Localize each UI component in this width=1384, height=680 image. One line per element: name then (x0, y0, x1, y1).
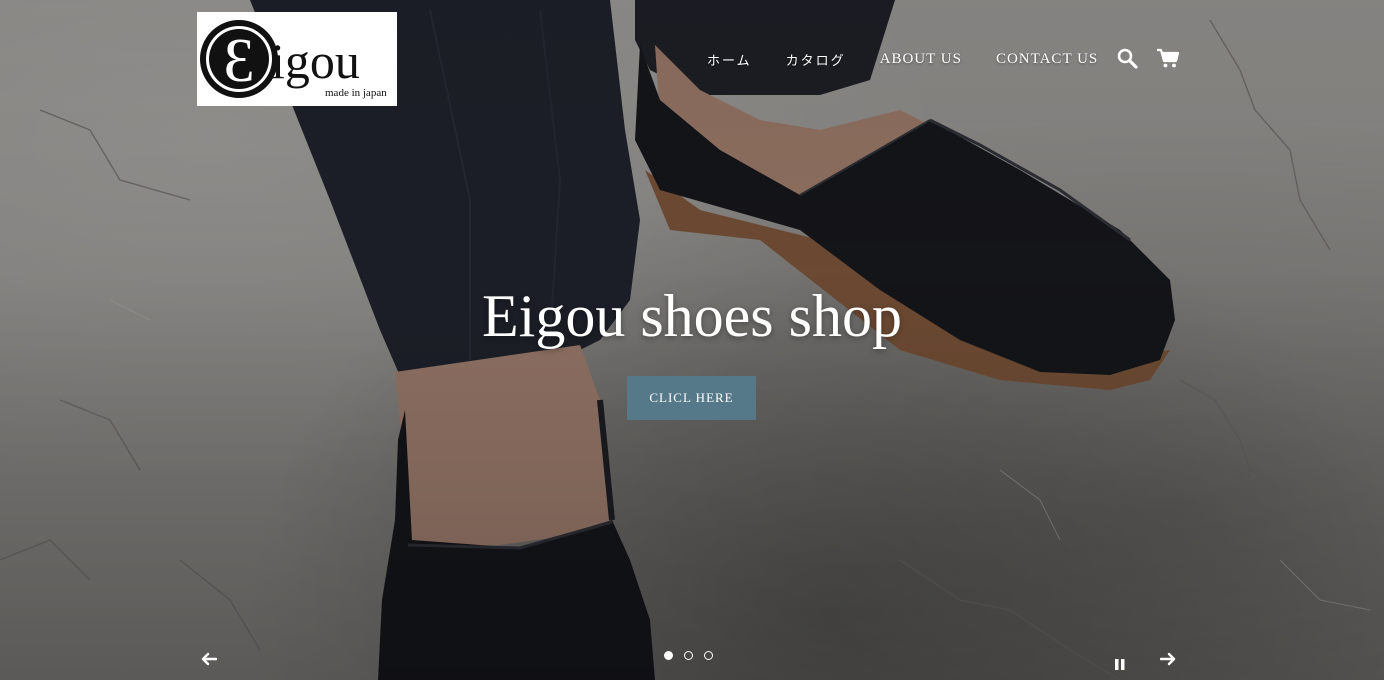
next-arrow-icon[interactable] (1159, 651, 1176, 670)
search-icon[interactable] (1117, 48, 1139, 74)
nav-link-contact-us[interactable]: CONTACT US (996, 51, 1098, 68)
logo-wordmark: igou (271, 33, 360, 89)
cart-icon[interactable] (1156, 48, 1180, 74)
logo-letter: Ɛ (223, 27, 254, 95)
logo[interactable]: Ɛ igou made in japan (197, 12, 397, 106)
slide-dot-2[interactable] (684, 651, 693, 660)
hero-cta-button[interactable]: CLICL HERE (627, 376, 756, 420)
logo-tagline: made in japan (325, 87, 387, 99)
slide-dot-3[interactable] (704, 651, 713, 660)
nav-link-about-us[interactable]: ABOUT US (880, 51, 962, 68)
pause-icon[interactable] (1114, 655, 1126, 674)
nav-link-catalog[interactable]: カタログ (786, 50, 846, 69)
main-nav: ホーム カタログ ABOUT US CONTACT US (690, 50, 1115, 69)
nav-link-home[interactable]: ホーム (707, 50, 752, 69)
slide-dots (664, 651, 724, 660)
slide-dot-1[interactable] (664, 651, 673, 660)
previous-arrow-icon[interactable] (201, 651, 218, 670)
hero-title: Eigou shoes shop (482, 283, 902, 349)
hero-slideshow: Ɛ igou made in japan ホーム カタログ ABOUT US C… (0, 0, 1384, 680)
logo-mark: Ɛ igou made in japan (200, 20, 387, 99)
